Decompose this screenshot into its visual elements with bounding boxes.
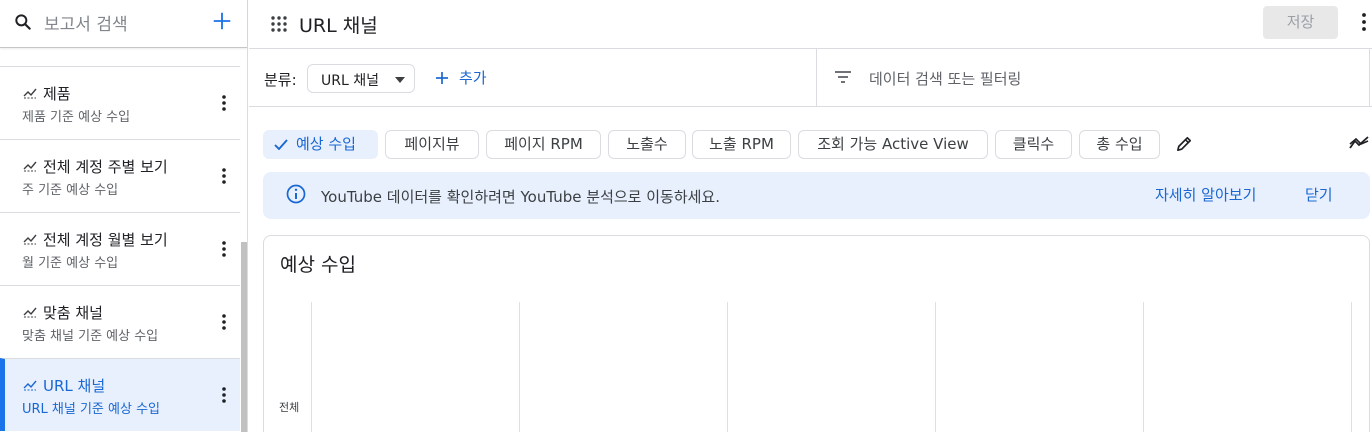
metric-chip-impression-rpm[interactable]: 노출 RPM (692, 130, 791, 159)
report-sidebar: 보고서 검색 제품 제품 기준 예상 수입 전체 계정 주별 보기 주 기준 예… (0, 0, 248, 432)
filter-bar: 분류: URL 채널 추가 데이터 검색 또는 필터링 (249, 49, 1372, 107)
report-header: URL 채널 저장 (249, 0, 1372, 49)
report-item-subtitle: 주 기준 예상 수입 (22, 183, 119, 198)
report-item-monthly[interactable]: 전체 계정 월별 보기 월 기준 예상 수입 (0, 212, 240, 285)
add-dimension-label: 추가 (459, 69, 487, 87)
edit-icon[interactable] (1175, 134, 1194, 153)
check-icon (274, 139, 288, 150)
report-item-product[interactable]: 제품 제품 기준 예상 수입 (0, 66, 240, 139)
report-item-title: 제품 (43, 85, 71, 103)
trend-icon (23, 307, 37, 318)
report-item-url-channel[interactable]: URL 채널 URL 채널 기준 예상 수입 (0, 358, 240, 431)
chart-card: 예상 수입 전체 (263, 235, 1370, 432)
more-vert-icon[interactable] (216, 386, 232, 404)
metric-chip-pageviews[interactable]: 페이지뷰 (385, 130, 479, 159)
add-report-icon[interactable] (211, 10, 233, 32)
page-title: URL 채널 (299, 15, 378, 37)
dismiss-button[interactable]: 닫기 (1305, 184, 1333, 205)
metric-chip-active-view[interactable]: 조회 가능 Active View (798, 130, 988, 159)
report-item-subtitle: 제품 기준 예상 수입 (22, 110, 131, 125)
report-item-title: URL 채널 (43, 377, 106, 395)
apps-grid-icon[interactable] (270, 15, 288, 33)
metric-chip-total-earnings[interactable]: 총 수입 (1079, 130, 1160, 159)
metric-chip-estimated-earnings[interactable]: 예상 수입 (263, 130, 378, 159)
chart-gridline (1351, 302, 1352, 432)
report-item-title: 전체 계정 주별 보기 (43, 158, 168, 176)
save-button[interactable]: 저장 (1263, 6, 1338, 39)
sidebar-scrollbar[interactable] (241, 242, 247, 432)
report-item-subtitle: URL 채널 기준 예상 수입 (22, 402, 160, 417)
info-icon (286, 184, 306, 204)
chart-card-title: 예상 수입 (280, 254, 356, 276)
report-item-subtitle: 맞춤 채널 기준 예상 수입 (22, 329, 159, 344)
report-item-weekly[interactable]: 전체 계정 주별 보기 주 기준 예상 수입 (0, 139, 240, 212)
more-vert-icon[interactable] (216, 240, 232, 258)
report-list: 제품 제품 기준 예상 수입 전체 계정 주별 보기 주 기준 예상 수입 전체… (0, 66, 240, 431)
more-vert-icon[interactable] (1357, 11, 1371, 33)
data-search-input[interactable]: 데이터 검색 또는 필터링 (869, 68, 1021, 89)
chart-gridline (1143, 302, 1144, 432)
trend-icon (23, 88, 37, 99)
more-vert-icon[interactable] (216, 94, 232, 112)
chart-gridline (311, 302, 312, 432)
metric-chip-impressions[interactable]: 노출수 (608, 130, 686, 159)
report-search-bar[interactable]: 보고서 검색 (0, 0, 247, 48)
report-item-title: 전체 계정 월별 보기 (43, 231, 168, 249)
report-item-title: 맞춤 채널 (43, 304, 103, 322)
filter-icon (835, 71, 851, 83)
chart-gridline (935, 302, 936, 432)
more-vert-icon[interactable] (216, 167, 232, 185)
chart-row-label: 전체 (279, 401, 300, 414)
plus-icon (436, 72, 448, 84)
group-by-value: URL 채널 (321, 73, 379, 89)
learn-more-link[interactable]: 자세히 알아보기 (1155, 184, 1256, 205)
search-icon (15, 14, 31, 30)
chart-gridline (727, 302, 728, 432)
trend-icon (23, 161, 37, 172)
chart-gridline (519, 302, 520, 432)
group-by-label: 분류: (264, 71, 297, 89)
trend-icon (23, 380, 37, 391)
more-vert-icon[interactable] (216, 313, 232, 331)
caret-down-icon (395, 77, 405, 83)
report-search-input[interactable]: 보고서 검색 (44, 10, 128, 35)
divider (1369, 49, 1370, 107)
metric-chip-page-rpm[interactable]: 페이지 RPM (486, 130, 601, 159)
report-item-custom-channel[interactable]: 맞춤 채널 맞춤 채널 기준 예상 수입 (0, 285, 240, 358)
banner-message: YouTube 데이터를 확인하려면 YouTube 분석으로 이동하세요. (321, 188, 721, 206)
trend-icon (23, 234, 37, 245)
trending-icon[interactable] (1349, 136, 1369, 150)
divider (816, 49, 817, 107)
report-item-subtitle: 월 기준 예상 수입 (22, 256, 119, 271)
metric-chip-clicks[interactable]: 클릭수 (995, 130, 1072, 159)
group-by-select[interactable]: URL 채널 (307, 64, 415, 93)
metric-chip-label: 예상 수입 (296, 135, 356, 153)
youtube-info-banner: YouTube 데이터를 확인하려면 YouTube 분석으로 이동하세요. 자… (263, 172, 1370, 219)
